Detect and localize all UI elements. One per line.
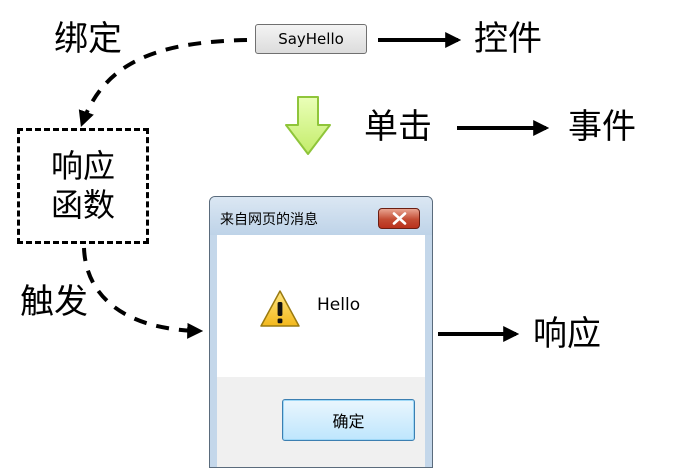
green-down-arrow [285,96,331,155]
response-label: 响应 [533,314,601,354]
dialog-message: Hello [317,295,361,315]
sayhello-button[interactable]: SayHello [255,24,367,54]
response-function-line2: 函数 [50,186,115,224]
close-x-icon [392,212,407,225]
dialog-close-button[interactable] [378,208,420,229]
warning-icon [260,290,300,327]
dashed-arrow-trigger [82,247,204,339]
dialog-client-area: Hello 确定 [217,235,425,467]
message-dialog: 来自网页的消息 Hello 确定 [209,196,433,468]
event-label: 事件 [568,107,636,147]
response-function-line1: 响应 [50,146,115,185]
click-label: 单击 [364,107,432,147]
dialog-title-bar[interactable]: 来自网页的消息 [210,197,432,235]
trigger-label: 触发 [20,282,88,322]
bind-label: 绑定 [54,19,122,59]
dialog-title: 来自网页的消息 [220,212,318,228]
ok-button[interactable]: 确定 [282,399,415,441]
control-label: 控件 [474,19,542,59]
response-function-box: 响应 函数 [17,128,149,244]
